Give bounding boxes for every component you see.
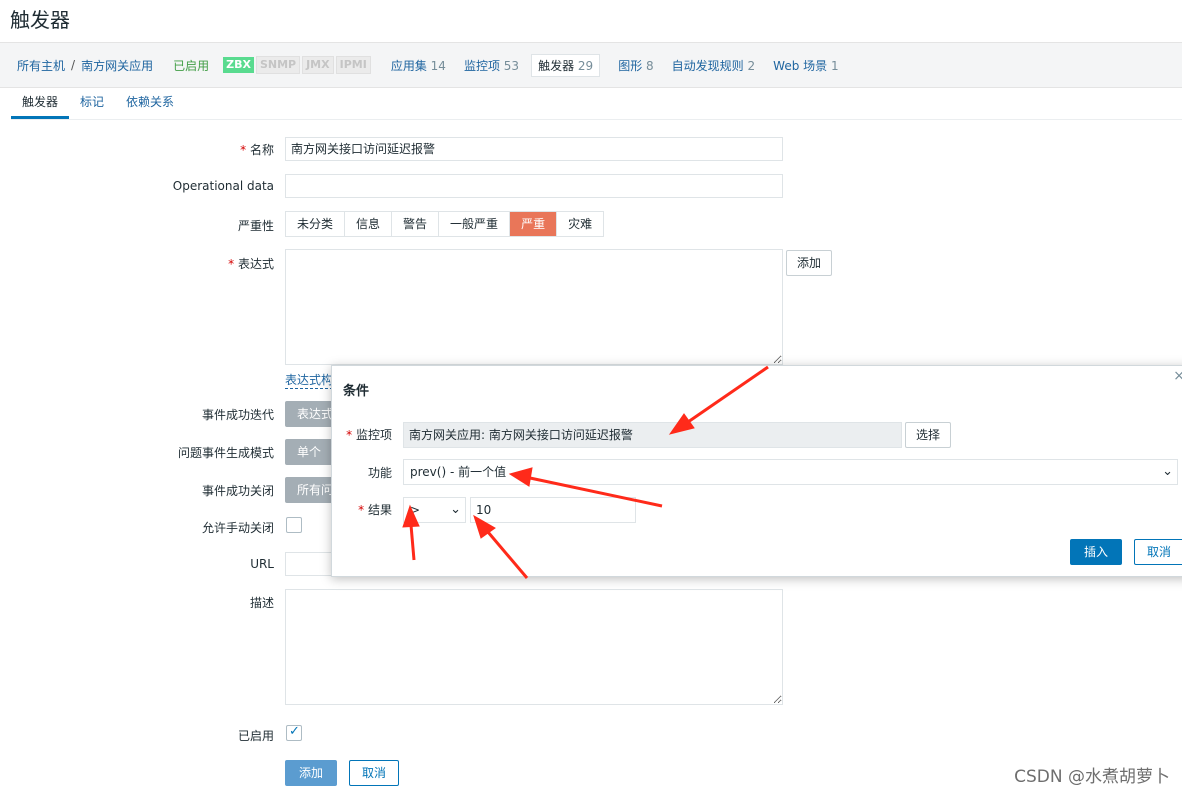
url-label: URL — [250, 557, 274, 571]
severity-selector: 未分类 信息 警告 一般严重 严重 灾难 — [285, 211, 605, 237]
problem-mode-label: 问题事件生成模式 — [177, 446, 274, 460]
zbx-availability-badge: ZBX — [223, 57, 254, 73]
result-label: 结果 — [292, 501, 392, 518]
severity-disaster[interactable]: 灾难 — [557, 212, 604, 236]
severity-high[interactable]: 严重 — [510, 212, 558, 236]
function-select[interactable]: prev() - 前一个值 ⌄ — [403, 459, 1178, 485]
tab-dependencies[interactable]: 依赖关系 — [115, 88, 185, 119]
function-label: 功能 — [367, 466, 392, 480]
description-textarea[interactable] — [285, 589, 783, 705]
enabled-label: 已启用 — [237, 729, 274, 743]
insert-button[interactable]: 插入 — [1070, 539, 1123, 565]
severity-average[interactable]: 一般严重 — [439, 212, 511, 236]
close-icon[interactable]: × — [1173, 368, 1182, 384]
chevron-down-icon: ⌄ — [450, 502, 461, 517]
operational-data-input[interactable] — [285, 174, 783, 198]
expression-constructor-link[interactable]: 表达式构 — [285, 372, 334, 389]
nav-triggers[interactable]: 触发器 29 — [531, 53, 601, 77]
name-input[interactable]: 南方网关接口访问延迟报警 — [285, 137, 783, 161]
snmp-availability-badge: SNMP — [255, 56, 301, 74]
operational-data-label: Operational data — [172, 179, 274, 193]
select-item-button[interactable]: 选择 — [905, 422, 952, 448]
ipmi-availability-badge: IPMI — [335, 56, 371, 74]
breadcrumb-separator: / — [71, 58, 76, 72]
host-navigation-bar: 所有主机 / 南方网关应用 已启用 ZBX SNMP JMX IPMI 应用集 … — [0, 42, 1182, 88]
nav-items[interactable]: 监控项 53 — [464, 57, 519, 74]
operator-selected-value: > — [410, 503, 421, 517]
watermark: CSDN @水煮胡萝卜 — [1014, 767, 1170, 787]
nav-discovery-rules[interactable]: 自动发现规则 2 — [672, 57, 755, 74]
expression-label: 表达式 — [228, 255, 274, 272]
enabled-checkbox[interactable] — [286, 724, 302, 741]
page-title: 触发器 — [10, 8, 70, 32]
nav-applications[interactable]: 应用集 14 — [391, 57, 446, 74]
item-field[interactable]: 南方网关应用: 南方网关接口访问延迟报警 — [403, 422, 902, 448]
allow-manual-close-label: 允许手动关闭 — [201, 521, 274, 535]
severity-not-classified[interactable]: 未分类 — [286, 212, 346, 236]
add-expression-button[interactable]: 添加 — [786, 250, 833, 276]
host-status[interactable]: 已启用 — [173, 57, 209, 74]
chevron-down-icon: ⌄ — [1162, 464, 1173, 479]
severity-label: 严重性 — [237, 219, 274, 233]
severity-information[interactable]: 信息 — [345, 212, 393, 236]
name-label: 名称 — [240, 141, 274, 158]
cancel-trigger-button[interactable]: 取消 — [349, 760, 400, 786]
ok-event-closes-label: 事件成功关闭 — [201, 484, 274, 498]
function-selected-value: prev() - 前一个值 — [410, 465, 507, 479]
description-label: 描述 — [249, 596, 274, 610]
nav-graphs[interactable]: 图形 8 — [618, 57, 653, 74]
result-value-input[interactable]: 10 — [470, 497, 636, 523]
host-link[interactable]: 南方网关应用 — [81, 57, 153, 74]
cancel-dialog-button[interactable]: 取消 — [1134, 539, 1182, 565]
item-label: 监控项 — [292, 426, 392, 443]
operator-select[interactable]: > ⌄ — [403, 497, 466, 523]
nav-web-scenarios[interactable]: Web 场景 1 — [773, 57, 838, 74]
expression-textarea[interactable] — [285, 249, 783, 365]
tab-tags[interactable]: 标记 — [69, 88, 115, 119]
ok-event-generation-label: 事件成功迭代 — [201, 408, 274, 422]
tab-trigger[interactable]: 触发器 — [11, 88, 70, 119]
dialog-title: 条件 — [343, 384, 370, 399]
severity-warning[interactable]: 警告 — [392, 212, 440, 236]
allow-manual-close-checkbox[interactable] — [286, 517, 302, 533]
jmx-availability-badge: JMX — [302, 56, 334, 74]
form-tabs: 触发器 标记 依赖关系 — [11, 88, 1182, 120]
add-trigger-button[interactable]: 添加 — [285, 760, 338, 786]
condition-dialog: 条件 × 监控项 南方网关应用: 南方网关接口访问延迟报警 选择 功能 prev… — [331, 365, 1182, 577]
all-hosts-link[interactable]: 所有主机 — [17, 57, 65, 74]
